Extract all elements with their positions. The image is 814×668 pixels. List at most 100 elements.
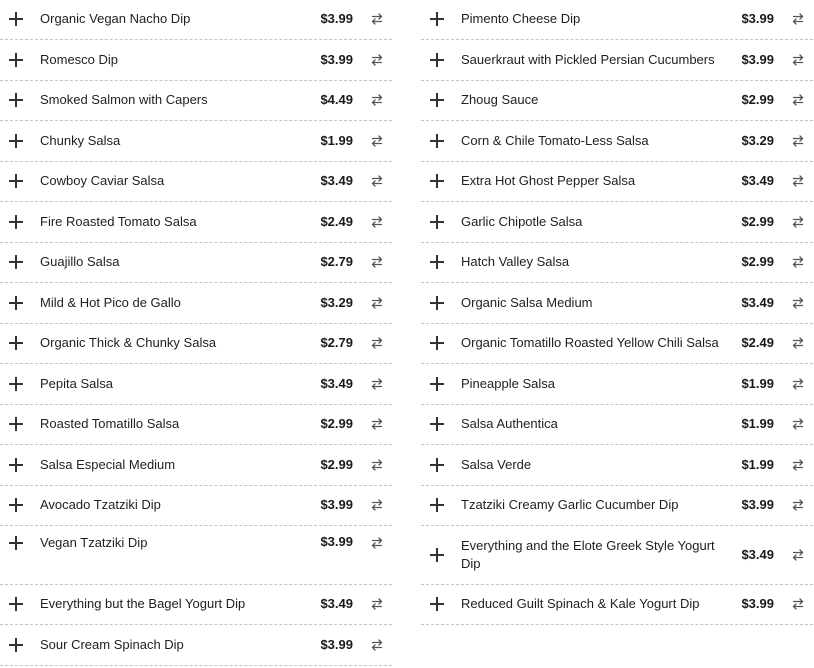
- item-price: $3.49: [741, 295, 774, 310]
- swap-arrows-icon[interactable]: [791, 548, 805, 562]
- item-name: Corn & Chile Tomato-Less Salsa: [461, 133, 649, 148]
- swap-arrows-icon[interactable]: [791, 336, 805, 350]
- swap-arrows-icon[interactable]: [370, 174, 384, 188]
- swap-arrows-icon[interactable]: [791, 597, 805, 611]
- swap-arrows-icon[interactable]: [370, 638, 384, 652]
- plus-icon[interactable]: [430, 296, 444, 310]
- item-price: $2.99: [320, 457, 353, 472]
- swap-arrows-icon[interactable]: [370, 93, 384, 107]
- plus-icon[interactable]: [430, 215, 444, 229]
- swap-arrows-icon[interactable]: [370, 12, 384, 26]
- item-name: Fire Roasted Tomato Salsa: [40, 214, 197, 229]
- swap-arrows-icon[interactable]: [791, 255, 805, 269]
- swap-arrows-icon[interactable]: [791, 296, 805, 310]
- item-price: $3.49: [741, 547, 774, 562]
- plus-icon[interactable]: [9, 336, 23, 350]
- swap-arrows-icon[interactable]: [370, 134, 384, 148]
- item-price: $3.99: [741, 11, 774, 26]
- plus-icon[interactable]: [9, 296, 23, 310]
- plus-icon[interactable]: [430, 458, 444, 472]
- swap-arrows-icon[interactable]: [791, 458, 805, 472]
- swap-arrows-icon[interactable]: [370, 296, 384, 310]
- plus-icon[interactable]: [430, 134, 444, 148]
- plus-icon[interactable]: [9, 498, 23, 512]
- plus-icon[interactable]: [9, 134, 23, 148]
- plus-icon[interactable]: [9, 53, 23, 67]
- item-price: $1.99: [741, 376, 774, 391]
- swap-arrows-icon[interactable]: [370, 377, 384, 391]
- item-name: Avocado Tzatziki Dip: [40, 497, 161, 512]
- plus-icon[interactable]: [9, 597, 23, 611]
- plus-icon[interactable]: [430, 336, 444, 350]
- swap-arrows-icon[interactable]: [370, 458, 384, 472]
- plus-icon[interactable]: [9, 458, 23, 472]
- swap-arrows-icon[interactable]: [791, 134, 805, 148]
- item-price: $2.99: [320, 416, 353, 431]
- item-name: Mild & Hot Pico de Gallo: [40, 295, 181, 310]
- plus-icon[interactable]: [430, 548, 444, 562]
- plus-icon[interactable]: [430, 53, 444, 67]
- item-price: $3.29: [741, 133, 774, 148]
- item-name: Hatch Valley Salsa: [461, 254, 570, 269]
- plus-icon[interactable]: [430, 93, 444, 107]
- item-price: $2.79: [320, 335, 353, 350]
- plus-icon[interactable]: [9, 417, 23, 431]
- plus-icon[interactable]: [430, 174, 444, 188]
- plus-icon[interactable]: [430, 255, 444, 269]
- plus-icon[interactable]: [9, 93, 23, 107]
- swap-arrows-icon[interactable]: [791, 417, 805, 431]
- swap-arrows-icon[interactable]: [791, 12, 805, 26]
- list-item: Tzatziki Creamy Garlic Cucumber Dip $3.9…: [421, 486, 813, 526]
- item-name: Roasted Tomatillo Salsa: [40, 416, 180, 431]
- list-item: Organic Salsa Medium $3.49: [421, 283, 813, 324]
- list-item: Pimento Cheese Dip $3.99: [421, 0, 813, 40]
- plus-icon[interactable]: [9, 12, 23, 26]
- item-price: $3.99: [741, 52, 774, 67]
- swap-arrows-icon[interactable]: [370, 498, 384, 512]
- item-price: $1.99: [741, 416, 774, 431]
- item-name: Everything but the Bagel Yogurt Dip: [40, 596, 246, 611]
- plus-icon[interactable]: [9, 174, 23, 188]
- list-item: Cowboy Caviar Salsa $3.49: [0, 162, 392, 202]
- swap-arrows-icon[interactable]: [791, 174, 805, 188]
- swap-arrows-icon[interactable]: [791, 53, 805, 67]
- plus-icon[interactable]: [430, 597, 444, 611]
- swap-arrows-icon[interactable]: [791, 93, 805, 107]
- swap-arrows-icon[interactable]: [791, 498, 805, 512]
- swap-arrows-icon[interactable]: [370, 417, 384, 431]
- plus-icon[interactable]: [430, 417, 444, 431]
- plus-icon[interactable]: [430, 12, 444, 26]
- list-item: Salsa Especial Medium $2.99: [0, 445, 392, 486]
- swap-arrows-icon[interactable]: [370, 53, 384, 67]
- list-item: Zhoug Sauce $2.99: [421, 81, 813, 121]
- item-name: Salsa Authentica: [461, 416, 558, 431]
- list-item: Avocado Tzatziki Dip $3.99: [0, 486, 392, 526]
- swap-arrows-icon[interactable]: [370, 536, 384, 550]
- list-item: Chunky Salsa $1.99: [0, 121, 392, 162]
- plus-icon[interactable]: [9, 377, 23, 391]
- list-item: Garlic Chipotle Salsa $2.99: [421, 202, 813, 243]
- item-price: $1.99: [741, 457, 774, 472]
- swap-arrows-icon[interactable]: [370, 255, 384, 269]
- list-item: Sauerkraut with Pickled Persian Cucumber…: [421, 40, 813, 81]
- plus-icon[interactable]: [9, 255, 23, 269]
- item-price: $2.49: [741, 335, 774, 350]
- swap-arrows-icon[interactable]: [370, 215, 384, 229]
- swap-arrows-icon[interactable]: [791, 215, 805, 229]
- swap-arrows-icon[interactable]: [370, 336, 384, 350]
- plus-icon[interactable]: [430, 498, 444, 512]
- plus-icon[interactable]: [9, 215, 23, 229]
- swap-arrows-icon[interactable]: [791, 377, 805, 391]
- item-price: $3.99: [320, 534, 353, 549]
- item-name: Organic Thick & Chunky Salsa: [40, 335, 217, 350]
- plus-icon[interactable]: [9, 638, 23, 652]
- item-price: $3.49: [741, 173, 774, 188]
- item-price: $3.29: [320, 295, 353, 310]
- item-name: Tzatziki Creamy Garlic Cucumber Dip: [461, 497, 679, 512]
- item-name: Smoked Salmon with Capers: [40, 92, 208, 107]
- swap-arrows-icon[interactable]: [370, 597, 384, 611]
- plus-icon[interactable]: [9, 536, 23, 550]
- item-price: $2.99: [741, 214, 774, 229]
- list-item: Fire Roasted Tomato Salsa $2.49: [0, 202, 392, 243]
- plus-icon[interactable]: [430, 377, 444, 391]
